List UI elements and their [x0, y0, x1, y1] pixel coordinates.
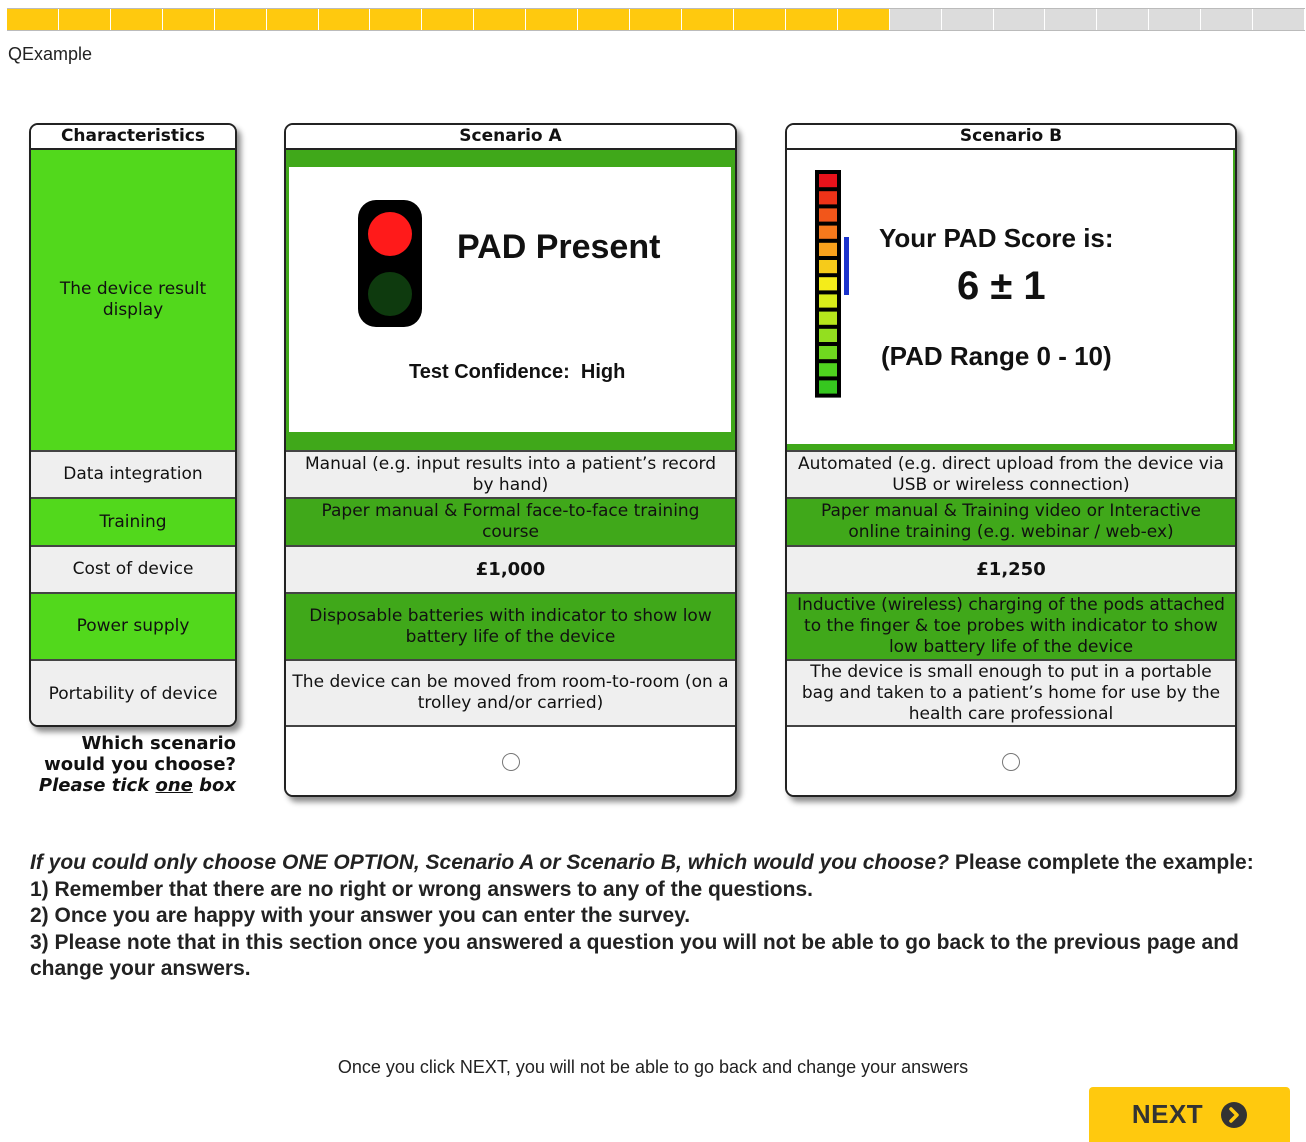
choice-prompt: Which scenario would you choose? Please …: [30, 733, 236, 796]
scale-block: [819, 380, 837, 394]
instructions-question-tail: Please complete the example:: [949, 851, 1254, 874]
progress-segment: [1149, 9, 1202, 30]
scale-block: [819, 294, 837, 308]
scale-block: [819, 208, 837, 222]
scale-block: [819, 174, 837, 188]
instruction-item-3: 3) Please note that in this section once…: [30, 930, 1239, 981]
scenario-a-choice-cell[interactable]: [286, 727, 735, 795]
progress-segment: [474, 9, 527, 30]
next-button-label: NEXT: [1131, 1099, 1204, 1129]
progress-segment: [630, 9, 682, 30]
chevron-right-circle-icon: [1221, 1101, 1248, 1128]
choice-prompt-line1: Which scenario: [81, 733, 236, 754]
progress-segment: [941, 9, 994, 30]
choice-prompt-pre: Please tick: [38, 775, 156, 796]
scenario-b-column: Scenario B Your PAD Score is: 6 ± 1 (PAD…: [785, 123, 1237, 797]
choice-prompt-post: box: [192, 775, 236, 796]
scenario-b-radio[interactable]: [1002, 753, 1020, 771]
scale-block: [819, 311, 837, 325]
scenario-b-training: Paper manual & Training video or Interac…: [787, 499, 1235, 547]
scale-block: [819, 363, 837, 377]
progress-segment: [422, 9, 475, 30]
choice-prompt-one: one: [155, 775, 193, 796]
scenario-b-display-image: Your PAD Score is: 6 ± 1 (PAD Range 0 - …: [787, 150, 1233, 444]
progress-bar: [7, 8, 1306, 31]
char-training: Training: [31, 499, 235, 547]
progress-segment: [266, 9, 319, 30]
characteristics-column: Characteristics The device result displa…: [29, 123, 237, 727]
scenario-b-portability: The device is small enough to put in a p…: [787, 661, 1235, 727]
progress-segment: [681, 9, 734, 30]
scale-block: [819, 260, 837, 274]
scenario-a-power-supply: Disposable batteries with indicator to s…: [286, 594, 735, 661]
instructions: If you could only choose ONE OPTION, Sce…: [30, 850, 1280, 983]
scale-block: [819, 277, 837, 291]
progress-segment: [1201, 9, 1254, 30]
scenario-a-header: Scenario A: [286, 125, 735, 150]
scenario-a-display: PAD Present Test Confidence: High: [286, 150, 735, 452]
char-power-supply: Power supply: [31, 594, 235, 661]
scale-block: [819, 346, 837, 360]
progress-segment: [578, 9, 631, 30]
choice-prompt-line2: would you choose?: [44, 754, 236, 775]
progress-segment: [889, 9, 942, 30]
scenario-b-header: Scenario B: [787, 125, 1235, 150]
progress-segment: [214, 9, 267, 30]
scenario-a-display-image: PAD Present Test Confidence: High: [289, 167, 731, 432]
progress-segment: [370, 9, 423, 30]
pad-score-value: 6 ± 1: [957, 264, 1046, 308]
characteristics-header: Characteristics: [31, 125, 235, 150]
page-title: QExample: [8, 44, 93, 64]
char-device-result-display: The device result display: [31, 150, 235, 452]
progress-segment: [7, 9, 59, 30]
progress-segment: [526, 9, 579, 30]
char-cost-of-device: Cost of device: [31, 547, 235, 594]
progress-segment: [993, 9, 1046, 30]
scale-block: [819, 242, 837, 256]
progress-segment: [1045, 9, 1098, 30]
scenario-a-portability: The device can be moved from room-to-roo…: [286, 661, 735, 727]
pad-present-text: PAD Present: [457, 228, 661, 266]
progress-segment: [785, 9, 838, 30]
scenario-b-power-supply: Inductive (wireless) charging of the pod…: [787, 594, 1235, 661]
scenario-a-column: Scenario A PAD Present Test Confidence: …: [284, 123, 737, 797]
progress-segment: [837, 9, 890, 30]
traffic-light-icon: [358, 200, 422, 327]
confidence-label: Test Confidence:: [409, 361, 570, 383]
scenario-a-cost: £1,000: [286, 547, 735, 594]
progress-segment: [1253, 9, 1306, 30]
next-button[interactable]: NEXT: [1089, 1087, 1290, 1142]
char-portability: Portability of device: [31, 661, 235, 725]
scenario-b-cost: £1,250: [787, 547, 1235, 594]
scenario-b-choice-cell[interactable]: [787, 727, 1235, 795]
scale-block: [819, 191, 837, 205]
scenario-a-radio[interactable]: [501, 753, 520, 771]
scale-block: [819, 328, 837, 342]
choice-prompt-line3: Please tick one box: [30, 775, 236, 796]
test-confidence: Test Confidence: High: [409, 362, 625, 383]
instruction-item-1: 1) Remember that there are no right or w…: [30, 877, 813, 901]
progress-segment: [162, 9, 215, 30]
instructions-question-text: If you could only choose ONE OPTION, Sce…: [30, 851, 950, 874]
footer-note: Once you click NEXT, you will not be abl…: [337, 1057, 969, 1077]
scenario-b-data-integration: Automated (e.g. direct upload from the d…: [787, 452, 1235, 499]
scenario-a-data-integration: Manual (e.g. input results into a patien…: [286, 452, 735, 499]
instructions-question: If you could only choose ONE OPTION, Sce…: [30, 850, 1280, 877]
pad-score-range: (PAD Range 0 - 10): [881, 341, 1112, 371]
progress-segment: [58, 9, 111, 30]
confidence-value: High: [580, 361, 626, 383]
scenario-b-display: Your PAD Score is: 6 ± 1 (PAD Range 0 - …: [787, 150, 1235, 452]
progress-segment: [733, 9, 786, 30]
instruction-item-2: 2) Once you are happy with your answer y…: [30, 904, 691, 927]
progress-segment: [110, 9, 163, 30]
progress-segment: [318, 9, 371, 30]
score-marker: [844, 237, 849, 295]
char-data-integration: Data integration: [31, 452, 235, 499]
progress-segment: [1097, 9, 1150, 30]
pad-score-heading: Your PAD Score is:: [879, 223, 1114, 253]
scale-block: [819, 225, 837, 239]
scenario-a-training: Paper manual & Formal face-to-face train…: [286, 499, 735, 547]
